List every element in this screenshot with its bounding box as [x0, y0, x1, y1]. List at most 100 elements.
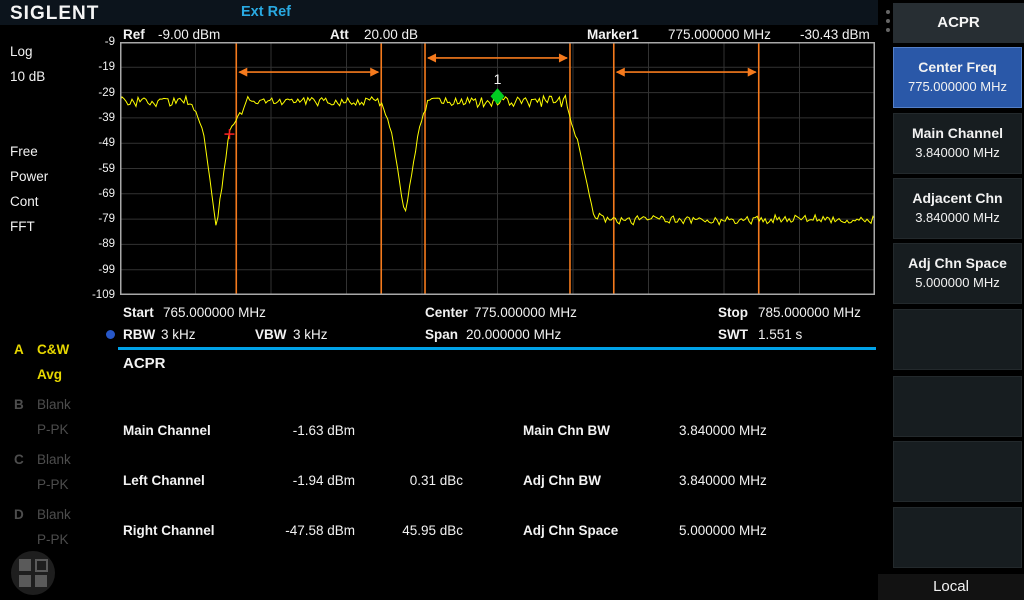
- menu-dots-icon: [886, 10, 892, 37]
- arrowhead-right-icon: [748, 68, 757, 77]
- y-axis-tick: -49: [98, 137, 115, 149]
- grid-icon: [35, 559, 48, 572]
- y-axis-tick: -109: [92, 289, 115, 301]
- softkey-sidebar: ACPR Center Freq 775.000000 MHz Main Cha…: [878, 0, 1024, 600]
- rbw-label: RBW: [123, 327, 155, 342]
- section-divider: [118, 347, 876, 350]
- marker-freq: 775.000000 MHz: [668, 27, 771, 42]
- result-row-dbc: 45.95 dBc: [370, 523, 463, 538]
- result-row-label2: Adj Chn BW: [523, 473, 601, 488]
- y-axis-tick: -29: [98, 87, 115, 99]
- y-axis-labels: -9-19-29-39-49-59-69-79-89-99-109: [86, 42, 117, 295]
- y-axis-tick: -99: [98, 264, 115, 276]
- result-row-dbm: -1.63 dBm: [240, 423, 355, 438]
- siglent-logo: SIGLENT: [10, 3, 99, 25]
- trace-a-detector: Avg: [37, 367, 62, 382]
- trace-a-type: C&W: [37, 342, 69, 357]
- trace-c-detector: P-PK: [37, 477, 69, 492]
- arrowhead-right-icon: [559, 53, 568, 62]
- rbw-bullet-icon: [106, 330, 115, 339]
- start-value: 765.000000 MHz: [163, 305, 266, 320]
- trace-b-id: B: [14, 397, 24, 412]
- marker-label: Marker1: [587, 27, 639, 42]
- softkey-value: 3.840000 MHz: [894, 210, 1021, 225]
- swt-label: SWT: [718, 327, 748, 342]
- scale-div-readout: 10 dB: [10, 69, 45, 84]
- home-button[interactable]: [11, 551, 55, 595]
- trace-a-id: A: [14, 342, 24, 357]
- center-label: Center: [425, 305, 468, 320]
- span-value: 20.000000 MHz: [466, 327, 561, 342]
- y-axis-tick: -69: [98, 188, 115, 200]
- result-row-dbm: -47.58 dBm: [240, 523, 355, 538]
- softkey-label: Main Channel: [894, 125, 1021, 141]
- grid-icon: [19, 559, 31, 571]
- trigger-readout: Free: [10, 144, 38, 159]
- softkey-empty: [893, 309, 1022, 370]
- softkey-empty: [893, 507, 1022, 568]
- softkey-adjacent-chn[interactable]: Adjacent Chn 3.840000 MHz: [893, 178, 1022, 239]
- y-axis-tick: -59: [98, 163, 115, 175]
- softkey-label: Center Freq: [894, 59, 1021, 75]
- result-row-label: Main Channel: [123, 423, 211, 438]
- att-label: Att: [330, 27, 349, 42]
- result-row-dbc: 0.31 dBc: [370, 473, 463, 488]
- arrowhead-left-icon: [238, 68, 247, 77]
- trace-c-id: C: [14, 452, 24, 467]
- softkey-center-freq[interactable]: Center Freq 775.000000 MHz: [893, 47, 1022, 108]
- result-row-value2: 3.840000 MHz: [679, 423, 767, 438]
- att-value: 20.00 dB: [364, 27, 418, 42]
- menu-title: ACPR: [893, 3, 1024, 43]
- result-row-value2: 5.000000 MHz: [679, 523, 767, 538]
- spectrum-plot: 1: [120, 42, 875, 295]
- softkey-label: Adjacent Chn: [894, 190, 1021, 206]
- softkey-value: 775.000000 MHz: [894, 79, 1021, 94]
- trace-c-type: Blank: [37, 452, 71, 467]
- marker1-label: 1: [494, 71, 502, 87]
- start-label: Start: [123, 305, 154, 320]
- y-axis-tick: -9: [105, 36, 115, 48]
- y-axis-tick: -79: [98, 213, 115, 225]
- result-row-value2: 3.840000 MHz: [679, 473, 767, 488]
- grid-icon: [35, 575, 47, 587]
- source-readout: Power: [10, 169, 48, 184]
- softkey-main-channel[interactable]: Main Channel 3.840000 MHz: [893, 113, 1022, 174]
- arrowhead-right-icon: [370, 68, 379, 77]
- result-row-label: Left Channel: [123, 473, 205, 488]
- softkey-label: Adj Chn Space: [894, 255, 1021, 271]
- softkey-adj-chn-space[interactable]: Adj Chn Space 5.000000 MHz: [893, 243, 1022, 304]
- trace-d-type: Blank: [37, 507, 71, 522]
- result-row-label: Right Channel: [123, 523, 215, 538]
- span-label: Span: [425, 327, 458, 342]
- spectrum-analyzer-screen: SIGLENT Ext Ref Ref -9.00 dBm Att 20.00 …: [0, 0, 1024, 600]
- local-button[interactable]: Local: [878, 574, 1024, 600]
- softkey-empty: [893, 376, 1022, 437]
- result-row-label2: Adj Chn Space: [523, 523, 618, 538]
- ref-value: -9.00 dBm: [158, 27, 220, 42]
- trace-d-id: D: [14, 507, 24, 522]
- vbw-label: VBW: [255, 327, 287, 342]
- stop-label: Stop: [718, 305, 748, 320]
- trace-b-detector: P-PK: [37, 422, 69, 437]
- stop-value: 785.000000 MHz: [758, 305, 861, 320]
- ref-label: Ref: [123, 27, 145, 42]
- marker-amplitude: -30.43 dBm: [800, 27, 870, 42]
- center-value: 775.000000 MHz: [474, 305, 577, 320]
- arrowhead-left-icon: [616, 68, 625, 77]
- result-row-label2: Main Chn BW: [523, 423, 610, 438]
- grid-icon: [19, 575, 31, 587]
- result-row-dbm: -1.94 dBm: [240, 473, 355, 488]
- trace-b-type: Blank: [37, 397, 71, 412]
- mode-readout: FFT: [10, 219, 35, 234]
- rbw-value: 3 kHz: [161, 327, 196, 342]
- arrowhead-left-icon: [427, 53, 436, 62]
- y-axis-tick: -19: [98, 61, 115, 73]
- trace-d-detector: P-PK: [37, 532, 69, 547]
- results-title: ACPR: [123, 356, 166, 371]
- top-bar: SIGLENT Ext Ref: [0, 0, 1024, 25]
- sweep-readout: Cont: [10, 194, 39, 209]
- y-axis-tick: -39: [98, 112, 115, 124]
- softkey-empty: [893, 441, 1022, 502]
- scale-type-readout: Log: [10, 44, 33, 59]
- softkey-value: 3.840000 MHz: [894, 145, 1021, 160]
